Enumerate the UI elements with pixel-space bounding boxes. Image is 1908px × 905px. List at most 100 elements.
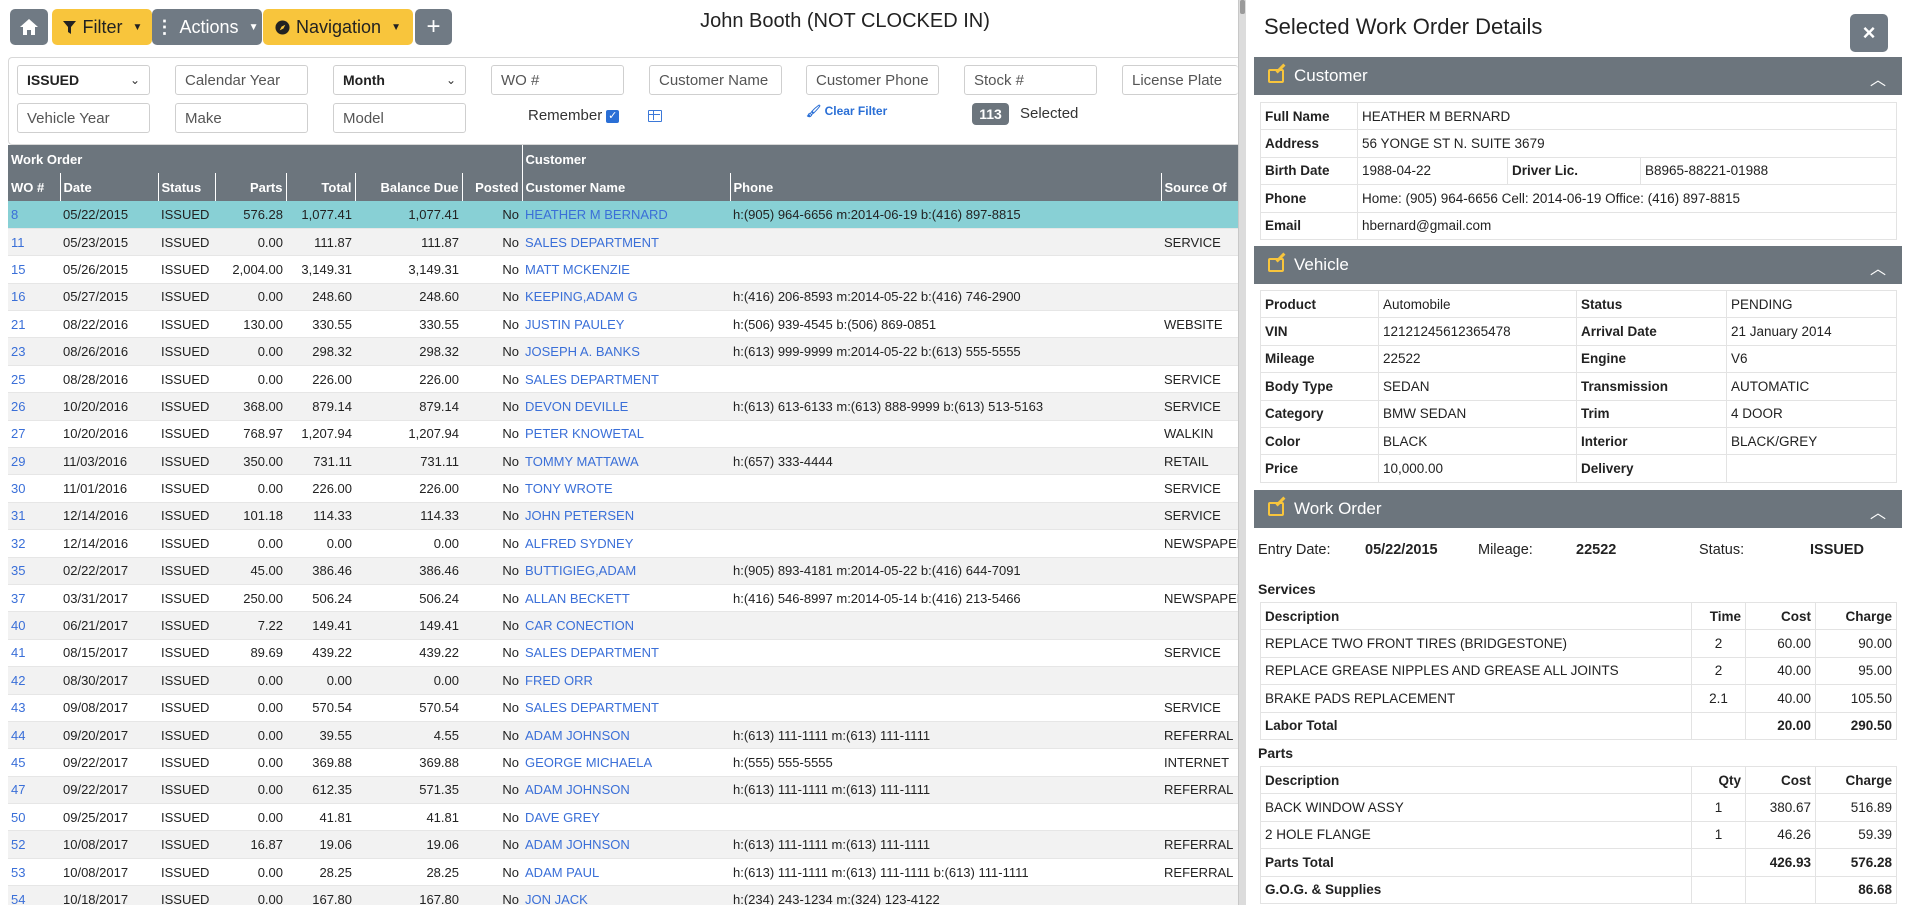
customer-name-link[interactable]: JUSTIN PAULEY [525,317,624,332]
customer-name-link[interactable]: ADAM JOHNSON [525,837,630,852]
filter-button[interactable]: Filter ▼ [52,9,152,45]
remember-checkbox[interactable]: Remember ✓ [528,107,620,124]
checkmark-icon[interactable]: ✓ [606,109,620,123]
wo-number-link[interactable]: 41 [11,645,25,660]
table-icon[interactable] [648,110,662,122]
wo-number-link[interactable]: 37 [11,591,25,606]
table-row[interactable]: 31 12/14/2016 ISSUED 101.18 114.33 114.33 No JO… [8,502,1238,531]
customer-name-link[interactable]: SALES DEPARTMENT [525,700,659,715]
customer-name-link[interactable]: HEATHER M BERNARD [525,207,668,222]
table-row[interactable]: 44 09/20/2017 ISSUED 0.00 39.55 4.55 No ADAM JO… [8,721,1238,750]
col-source[interactable]: Source Of [1161,173,1238,201]
chevron-up-icon[interactable]: ︿ [1870,499,1886,523]
wo-number-link[interactable]: 21 [11,317,25,332]
customer-name-link[interactable]: ADAM JOHNSON [525,728,630,743]
col-customer-name[interactable]: Customer Name [522,173,731,201]
wo-number-link[interactable]: 16 [11,289,25,304]
table-row[interactable]: 8 05/22/2015 ISSUED 576.28 1,077.41 1,077.41 N… [8,201,1238,229]
pane-splitter[interactable] [1238,0,1246,905]
table-row[interactable]: 37 03/31/2017 ISSUED 250.00 506.24 506.24 No AL… [8,584,1238,613]
col-posted[interactable]: Posted [462,173,523,201]
table-row[interactable]: 52 10/08/2017 ISSUED 16.87 19.06 19.06 No ADAM … [8,830,1238,859]
customer-name-link[interactable]: ADAM PAUL [525,865,599,880]
table-row[interactable]: 21 08/22/2016 ISSUED 130.00 330.55 330.55 No JU… [8,310,1238,339]
wo-number-link[interactable]: 53 [11,865,25,880]
chevron-up-icon[interactable]: ︿ [1870,66,1886,90]
customer-name-input[interactable]: Customer Name [649,65,782,95]
wo-number-link[interactable]: 43 [11,700,25,715]
edit-icon[interactable] [1268,258,1284,272]
vehicle-year-input[interactable]: Vehicle Year [17,103,150,133]
table-row[interactable]: 35 02/22/2017 ISSUED 45.00 386.46 386.46 No BUT… [8,557,1238,585]
wo-number-link[interactable]: 52 [11,837,25,852]
clear-filter-link[interactable]: 🖌 Clear Filter [806,104,887,118]
wo-number-link[interactable]: 31 [11,508,25,523]
table-row[interactable]: 15 05/26/2015 ISSUED 2,004.00 3,149.31 3,149.… [8,255,1238,284]
status-select[interactable]: ISSUED ⌄ [17,65,150,95]
wo-number-link[interactable]: 32 [11,536,25,551]
table-row[interactable]: 54 10/18/2017 ISSUED 0.00 167.80 167.80 No JON … [8,885,1238,905]
wo-number-link[interactable]: 15 [11,262,25,277]
wo-number-link[interactable]: 44 [11,728,25,743]
customer-name-link[interactable]: ALFRED SYDNEY [525,536,633,551]
add-button[interactable]: + [415,9,452,45]
wo-number-link[interactable]: 23 [11,344,25,359]
wo-number-link[interactable]: 54 [11,892,25,905]
edit-icon[interactable] [1268,69,1284,83]
wo-number-link[interactable]: 42 [11,673,25,688]
wo-number-link[interactable]: 30 [11,481,25,496]
customer-phone-input[interactable]: Customer Phone [806,65,939,95]
chevron-up-icon[interactable]: ︿ [1870,255,1886,279]
customer-name-link[interactable]: KEEPING,ADAM G [525,289,638,304]
col-phone[interactable]: Phone [730,173,1162,201]
wo-number-link[interactable]: 40 [11,618,25,633]
customer-name-link[interactable]: GEORGE MICHAELA [525,755,652,770]
customer-name-link[interactable]: JOSEPH A. BANKS [525,344,640,359]
wo-number-link[interactable]: 25 [11,372,25,387]
table-row[interactable]: 45 09/22/2017 ISSUED 0.00 369.88 369.88 No GEOR… [8,748,1238,777]
col-date[interactable]: Date [60,173,159,201]
customer-name-link[interactable]: FRED ORR [525,673,593,688]
month-select[interactable]: Month ⌄ [333,65,466,95]
vehicle-section-header[interactable]: Vehicle ︿ [1254,246,1902,284]
table-row[interactable]: 29 11/03/2016 ISSUED 350.00 731.11 731.11 No TO… [8,447,1238,476]
wo-number-link[interactable]: 29 [11,454,25,469]
wo-number-link[interactable]: 35 [11,563,25,578]
make-input[interactable]: Make [175,103,308,133]
wo-number-link[interactable]: 27 [11,426,25,441]
close-button[interactable]: × [1850,14,1888,52]
scrollbar-thumb[interactable] [1240,0,1245,14]
col-total[interactable]: Total [286,173,356,201]
customer-name-link[interactable]: JON JACK [525,892,588,905]
table-row[interactable]: 30 11/01/2016 ISSUED 0.00 226.00 226.00 No TONY… [8,474,1238,503]
col-wo[interactable]: WO # [8,173,61,201]
edit-icon[interactable] [1268,502,1284,516]
col-balance-due[interactable]: Balance Due [355,173,463,201]
wo-number-link[interactable]: 50 [11,810,25,825]
actions-button[interactable]: ⋮ Actions ▼ [152,9,262,45]
table-row[interactable]: 41 08/15/2017 ISSUED 89.69 439.22 439.22 No SAL… [8,639,1238,668]
wo-number-link[interactable]: 8 [11,207,18,222]
customer-section-header[interactable]: Customer ︿ [1254,57,1902,95]
calendar-year-input[interactable]: Calendar Year [175,65,308,95]
navigation-button[interactable]: Navigation ▼ [263,9,413,45]
customer-name-link[interactable]: ADAM JOHNSON [525,782,630,797]
table-row[interactable]: 25 08/28/2016 ISSUED 0.00 226.00 226.00 No SALE… [8,365,1238,394]
table-row[interactable]: 43 09/08/2017 ISSUED 0.00 570.54 570.54 No SALE… [8,694,1238,722]
home-button[interactable] [10,9,48,45]
customer-name-link[interactable]: JOHN PETERSEN [525,508,634,523]
col-status[interactable]: Status [158,173,216,201]
table-row[interactable]: 23 08/26/2016 ISSUED 0.00 298.32 298.32 No JOSE… [8,337,1238,366]
customer-name-link[interactable]: TOMMY MATTAWA [525,454,639,469]
table-row[interactable]: 11 05/23/2015 ISSUED 0.00 111.87 111.87 No SALE… [8,228,1238,257]
license-plate-input[interactable]: License Plate [1122,65,1238,95]
customer-name-link[interactable]: DAVE GREY [525,810,600,825]
customer-name-link[interactable]: SALES DEPARTMENT [525,645,659,660]
wo-number-link[interactable]: 11 [11,235,25,250]
customer-name-link[interactable]: TONY WROTE [525,481,613,496]
wo-number-link[interactable]: 47 [11,782,25,797]
table-row[interactable]: 32 12/14/2016 ISSUED 0.00 0.00 0.00 No ALFRED S… [8,529,1238,558]
table-row[interactable]: 40 06/21/2017 ISSUED 7.22 149.41 149.41 No CAR … [8,611,1238,640]
customer-name-link[interactable]: DEVON DEVILLE [525,399,628,414]
table-row[interactable]: 16 05/27/2015 ISSUED 0.00 248.60 248.60 No KEEP… [8,283,1238,312]
